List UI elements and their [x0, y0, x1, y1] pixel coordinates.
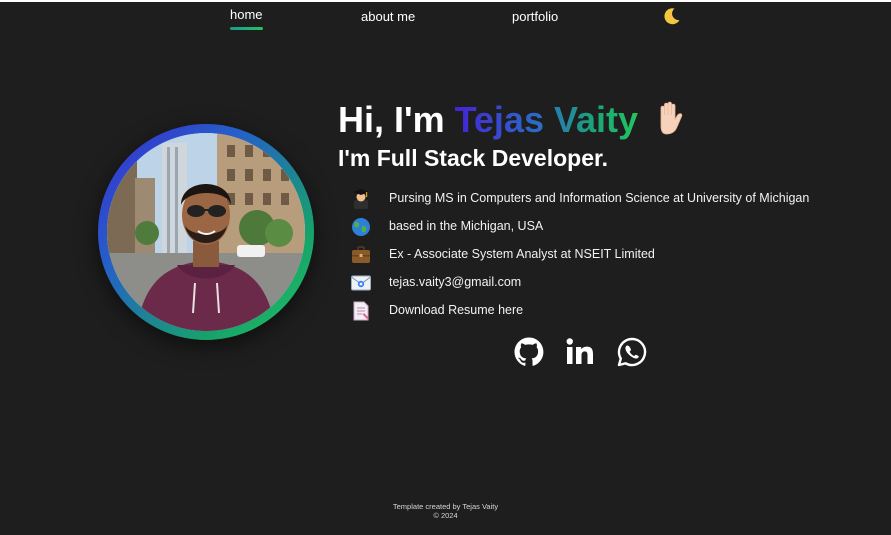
linkedin-icon[interactable] — [564, 336, 596, 368]
info-text-resume[interactable]: Download Resume here — [389, 303, 523, 317]
profile-avatar-ring — [98, 124, 314, 340]
info-item-email[interactable]: tejas.vaity3@gmail.com — [350, 270, 830, 296]
waving-hand-icon — [660, 101, 683, 135]
info-item-education: Pursing MS in Computers and Information … — [350, 186, 830, 212]
info-item-location: based in the Michigan, USA — [350, 214, 830, 240]
globe-icon — [352, 218, 370, 236]
footer: Template created by Tejas Vaity © 2024 — [0, 502, 891, 520]
info-item-resume[interactable]: Download Resume here — [350, 298, 830, 324]
top-border — [0, 0, 891, 2]
hero-title: Hi, I'm Tejas Vaity — [338, 98, 686, 142]
nav-about-link[interactable]: about me — [361, 8, 415, 30]
footer-credit: Template created by Tejas Vaity — [392, 502, 499, 511]
document-icon — [353, 301, 369, 321]
info-item-experience: Ex - Associate System Analyst at NSEIT L… — [350, 242, 830, 268]
github-icon[interactable] — [513, 336, 545, 368]
graduate-icon — [353, 189, 369, 209]
moon-icon[interactable] — [662, 6, 682, 26]
email-icon — [351, 275, 371, 291]
hero-greeting: Hi, I'm — [338, 99, 445, 140]
footer-copyright: © 2024 — [433, 511, 458, 520]
info-text-email[interactable]: tejas.vaity3@gmail.com — [389, 275, 521, 289]
nav-portfolio-link[interactable]: portfolio — [512, 8, 558, 30]
info-text-education: Pursing MS in Computers and Information … — [389, 191, 810, 205]
hero-subtitle: I'm Full Stack Developer. — [338, 145, 609, 171]
nav-home-link[interactable]: home — [230, 6, 263, 30]
info-text-location: based in the Michigan, USA — [389, 219, 544, 233]
whatsapp-icon[interactable] — [616, 336, 648, 368]
hero-name: Tejas Vaity — [454, 99, 639, 140]
profile-photo — [107, 133, 305, 331]
briefcase-icon — [352, 246, 370, 263]
info-text-experience: Ex - Associate System Analyst at NSEIT L… — [389, 247, 655, 261]
